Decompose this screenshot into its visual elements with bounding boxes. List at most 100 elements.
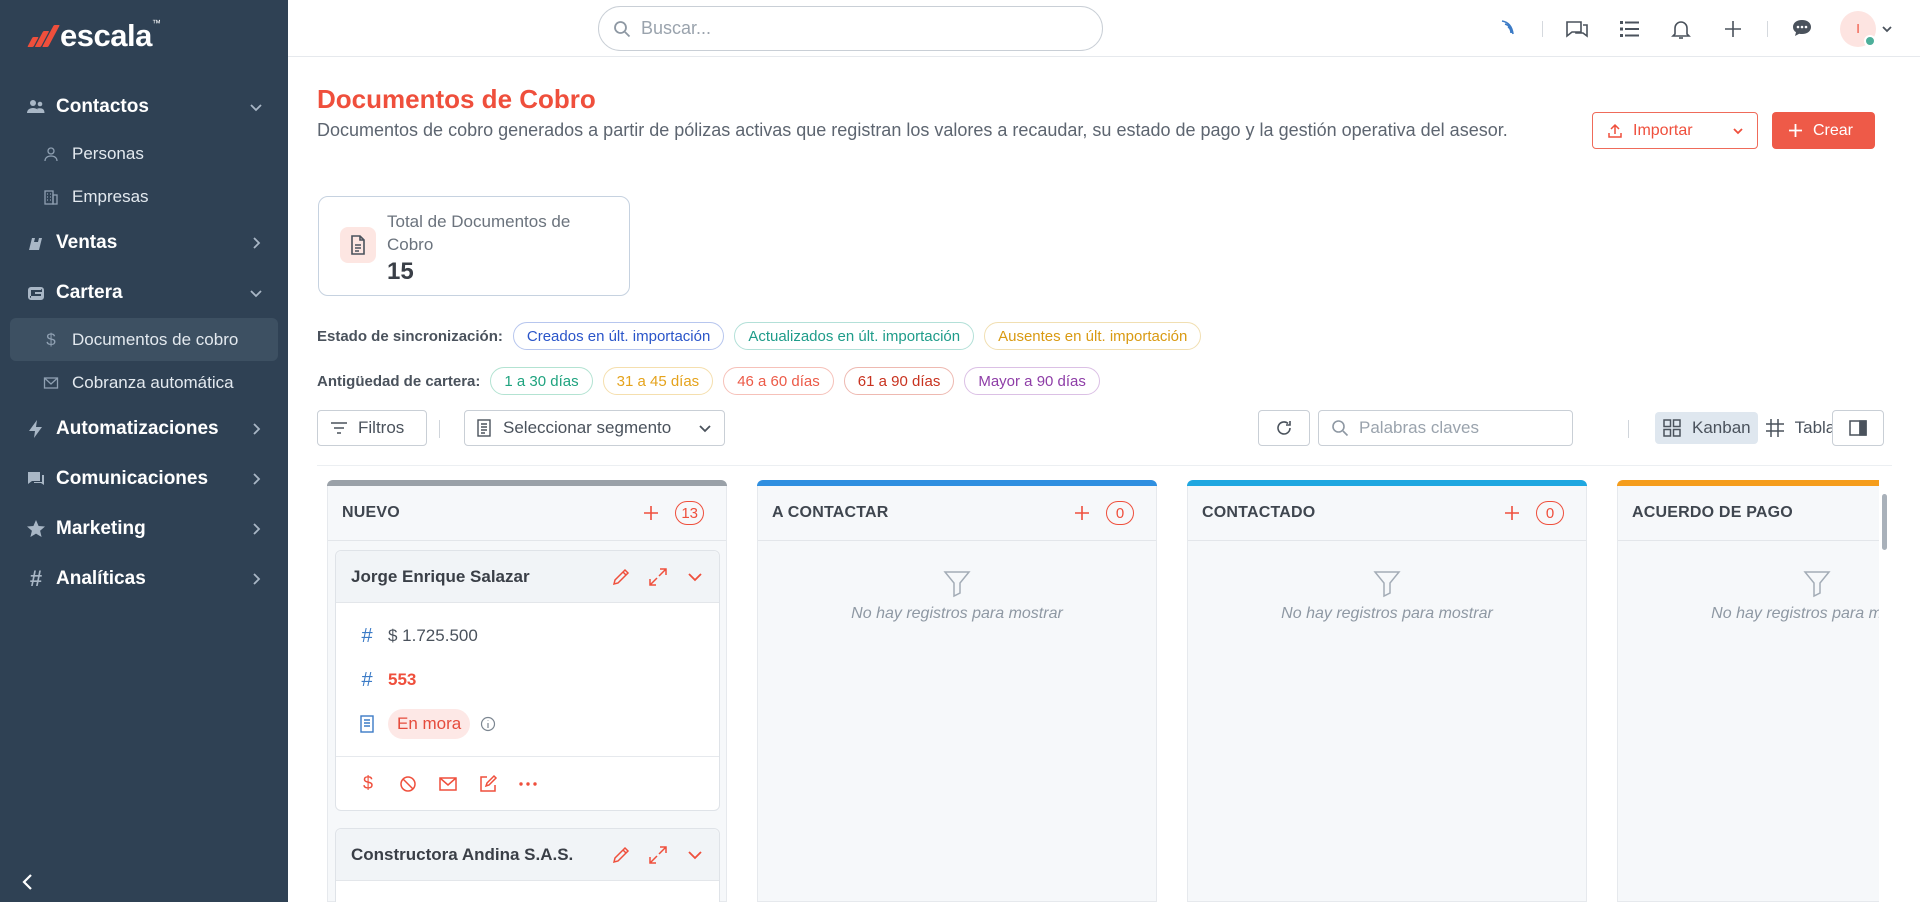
- chevron-right-icon: [253, 573, 261, 585]
- filter-lines-icon: [331, 422, 347, 434]
- column-count: 0: [1106, 501, 1134, 525]
- chip-age-90-plus[interactable]: Mayor a 90 días: [964, 367, 1100, 395]
- add-card-icon[interactable]: [1502, 503, 1522, 523]
- segment-select[interactable]: Seleccionar segmento: [464, 410, 725, 446]
- keywords-input[interactable]: [1359, 418, 1559, 438]
- nav-group-label: Analíticas: [56, 568, 146, 589]
- chevron-down-icon[interactable]: [685, 567, 705, 587]
- toggle-panel-button[interactable]: [1832, 410, 1884, 446]
- sidebar-item-empresas[interactable]: Empresas: [0, 175, 288, 218]
- chip-age-31-45[interactable]: 31 a 45 días: [602, 367, 714, 395]
- edit-pencil-icon[interactable]: [611, 845, 631, 865]
- stat-label: Total de Documentos de Cobro: [387, 212, 571, 254]
- more-horizontal-icon[interactable]: [518, 774, 538, 794]
- expand-icon[interactable]: [648, 567, 668, 587]
- table-grid-icon: [1765, 419, 1784, 437]
- add-card-icon[interactable]: [1072, 503, 1092, 523]
- create-button-label: Crear: [1813, 121, 1854, 139]
- empty-state-text: No hay registros para mostrar: [1281, 605, 1493, 622]
- column-title: ACUERDO DE PAGO: [1632, 504, 1793, 521]
- chip-absent[interactable]: Ausentes en últ. importación: [984, 322, 1202, 350]
- nav-group-cartera[interactable]: Cartera: [0, 268, 288, 318]
- card-number: 553: [388, 670, 417, 689]
- sidebar-item-cobranza-automatica[interactable]: Cobranza automática: [0, 361, 288, 404]
- hash-icon: #: [361, 668, 373, 691]
- kanban-column-a-contactar: A CONTACTAR 0 No hay registros para most…: [757, 480, 1157, 902]
- brand-logo[interactable]: escala™: [27, 18, 161, 54]
- import-button[interactable]: Importar: [1592, 112, 1758, 149]
- wings-logo-icon[interactable]: [1494, 15, 1522, 43]
- nav-group-comunicaciones[interactable]: Comunicaciones: [0, 454, 288, 504]
- plus-icon[interactable]: [1719, 15, 1747, 43]
- chip-created[interactable]: Creados en últ. importación: [512, 322, 725, 350]
- empty-state: No hay registros para mostrar: [758, 568, 1156, 623]
- support-chat-icon[interactable]: [1788, 15, 1816, 43]
- refresh-icon: [1277, 421, 1291, 435]
- filter-funnel-icon: [1803, 571, 1831, 598]
- kanban-column-contactado: CONTACTADO 0 No hay registros para mostr…: [1187, 480, 1587, 902]
- nav-group-automatizaciones[interactable]: Automatizaciones: [0, 404, 288, 454]
- chevron-down-icon[interactable]: [685, 845, 705, 865]
- edit-note-icon[interactable]: [478, 774, 498, 794]
- conversations-icon[interactable]: [1563, 15, 1591, 43]
- nav-group-label: Automatizaciones: [56, 418, 219, 439]
- mail-icon[interactable]: [438, 774, 458, 794]
- topbar: I: [288, 0, 1920, 57]
- list-icon[interactable]: [1615, 15, 1643, 43]
- sidebar-item-personas[interactable]: Personas: [0, 132, 288, 175]
- upload-icon: [1608, 123, 1622, 138]
- chevron-down-icon[interactable]: [1880, 22, 1894, 36]
- avatar[interactable]: I: [1840, 10, 1876, 47]
- card-title[interactable]: Constructora Andina S.A.S.: [351, 845, 594, 865]
- kanban-column-acuerdo-de-pago: ACUERDO DE PAGO No hay registros para mo…: [1617, 480, 1879, 902]
- chip-updated[interactable]: Actualizados en últ. importación: [734, 322, 975, 350]
- scrollbar-thumb[interactable]: [1882, 494, 1887, 550]
- info-icon[interactable]: [480, 716, 496, 732]
- table-view-button[interactable]: Tabla: [1758, 412, 1843, 444]
- sidebar: escala™ Contactos Personas Empresas Vent…: [0, 0, 288, 902]
- nav-group-analiticas[interactable]: # Analíticas: [0, 554, 288, 604]
- collapse-sidebar-icon[interactable]: [16, 870, 40, 894]
- nav-group-label: Contactos: [56, 96, 149, 117]
- chip-age-1-30[interactable]: 1 a 30 días: [490, 367, 593, 395]
- star-icon: [24, 517, 48, 541]
- expand-icon[interactable]: [648, 845, 668, 865]
- chat-icon: [24, 467, 48, 491]
- filters-button[interactable]: Filtros: [317, 410, 427, 446]
- dollar-icon[interactable]: $: [358, 773, 378, 794]
- global-search[interactable]: [598, 6, 1103, 51]
- column-title: NUEVO: [342, 504, 400, 521]
- edit-pencil-icon[interactable]: [611, 567, 631, 587]
- nav-group-contactos[interactable]: Contactos: [0, 82, 288, 132]
- search-input[interactable]: [641, 18, 1081, 39]
- sidebar-item-documentos-de-cobro[interactable]: $ Documentos de cobro: [10, 318, 278, 361]
- refresh-button[interactable]: [1258, 410, 1310, 446]
- topbar-separator: [1767, 20, 1768, 37]
- kanban-view-label: Kanban: [1692, 418, 1751, 437]
- chevron-down-icon: [250, 290, 262, 298]
- kanban-view-button[interactable]: Kanban: [1655, 412, 1758, 444]
- avatar-initial: I: [1856, 21, 1860, 36]
- chip-age-46-60[interactable]: 46 a 60 días: [723, 367, 834, 395]
- bolt-icon: [24, 417, 48, 441]
- kanban-card[interactable]: Jorge Enrique Salazar # $ 1.725.500 # 55…: [335, 550, 720, 811]
- chip-age-61-90[interactable]: 61 a 90 días: [843, 367, 955, 395]
- board-toolbar: Filtros Seleccionar segmento Kanban Tabl…: [317, 410, 1892, 447]
- dollar-icon: $: [46, 329, 56, 349]
- grid-icon: [1663, 419, 1681, 437]
- topbar-actions: I: [1482, 0, 1920, 57]
- hash-icon: #: [361, 624, 373, 647]
- kanban-card[interactable]: Constructora Andina S.A.S.: [335, 828, 720, 902]
- add-card-icon[interactable]: [641, 503, 661, 523]
- document-icon: [358, 714, 376, 734]
- ban-icon[interactable]: [398, 774, 418, 794]
- nav-group-ventas[interactable]: Ventas: [0, 218, 288, 268]
- search-icon: [1332, 420, 1349, 437]
- create-button[interactable]: Crear: [1772, 112, 1875, 149]
- card-title[interactable]: Jorge Enrique Salazar: [351, 567, 594, 587]
- nav-group-marketing[interactable]: Marketing: [0, 504, 288, 554]
- bell-icon[interactable]: [1667, 15, 1695, 43]
- keywords-search[interactable]: [1318, 410, 1573, 446]
- filters-label: Filtros: [358, 418, 405, 437]
- board-scrollbar[interactable]: [1880, 480, 1888, 902]
